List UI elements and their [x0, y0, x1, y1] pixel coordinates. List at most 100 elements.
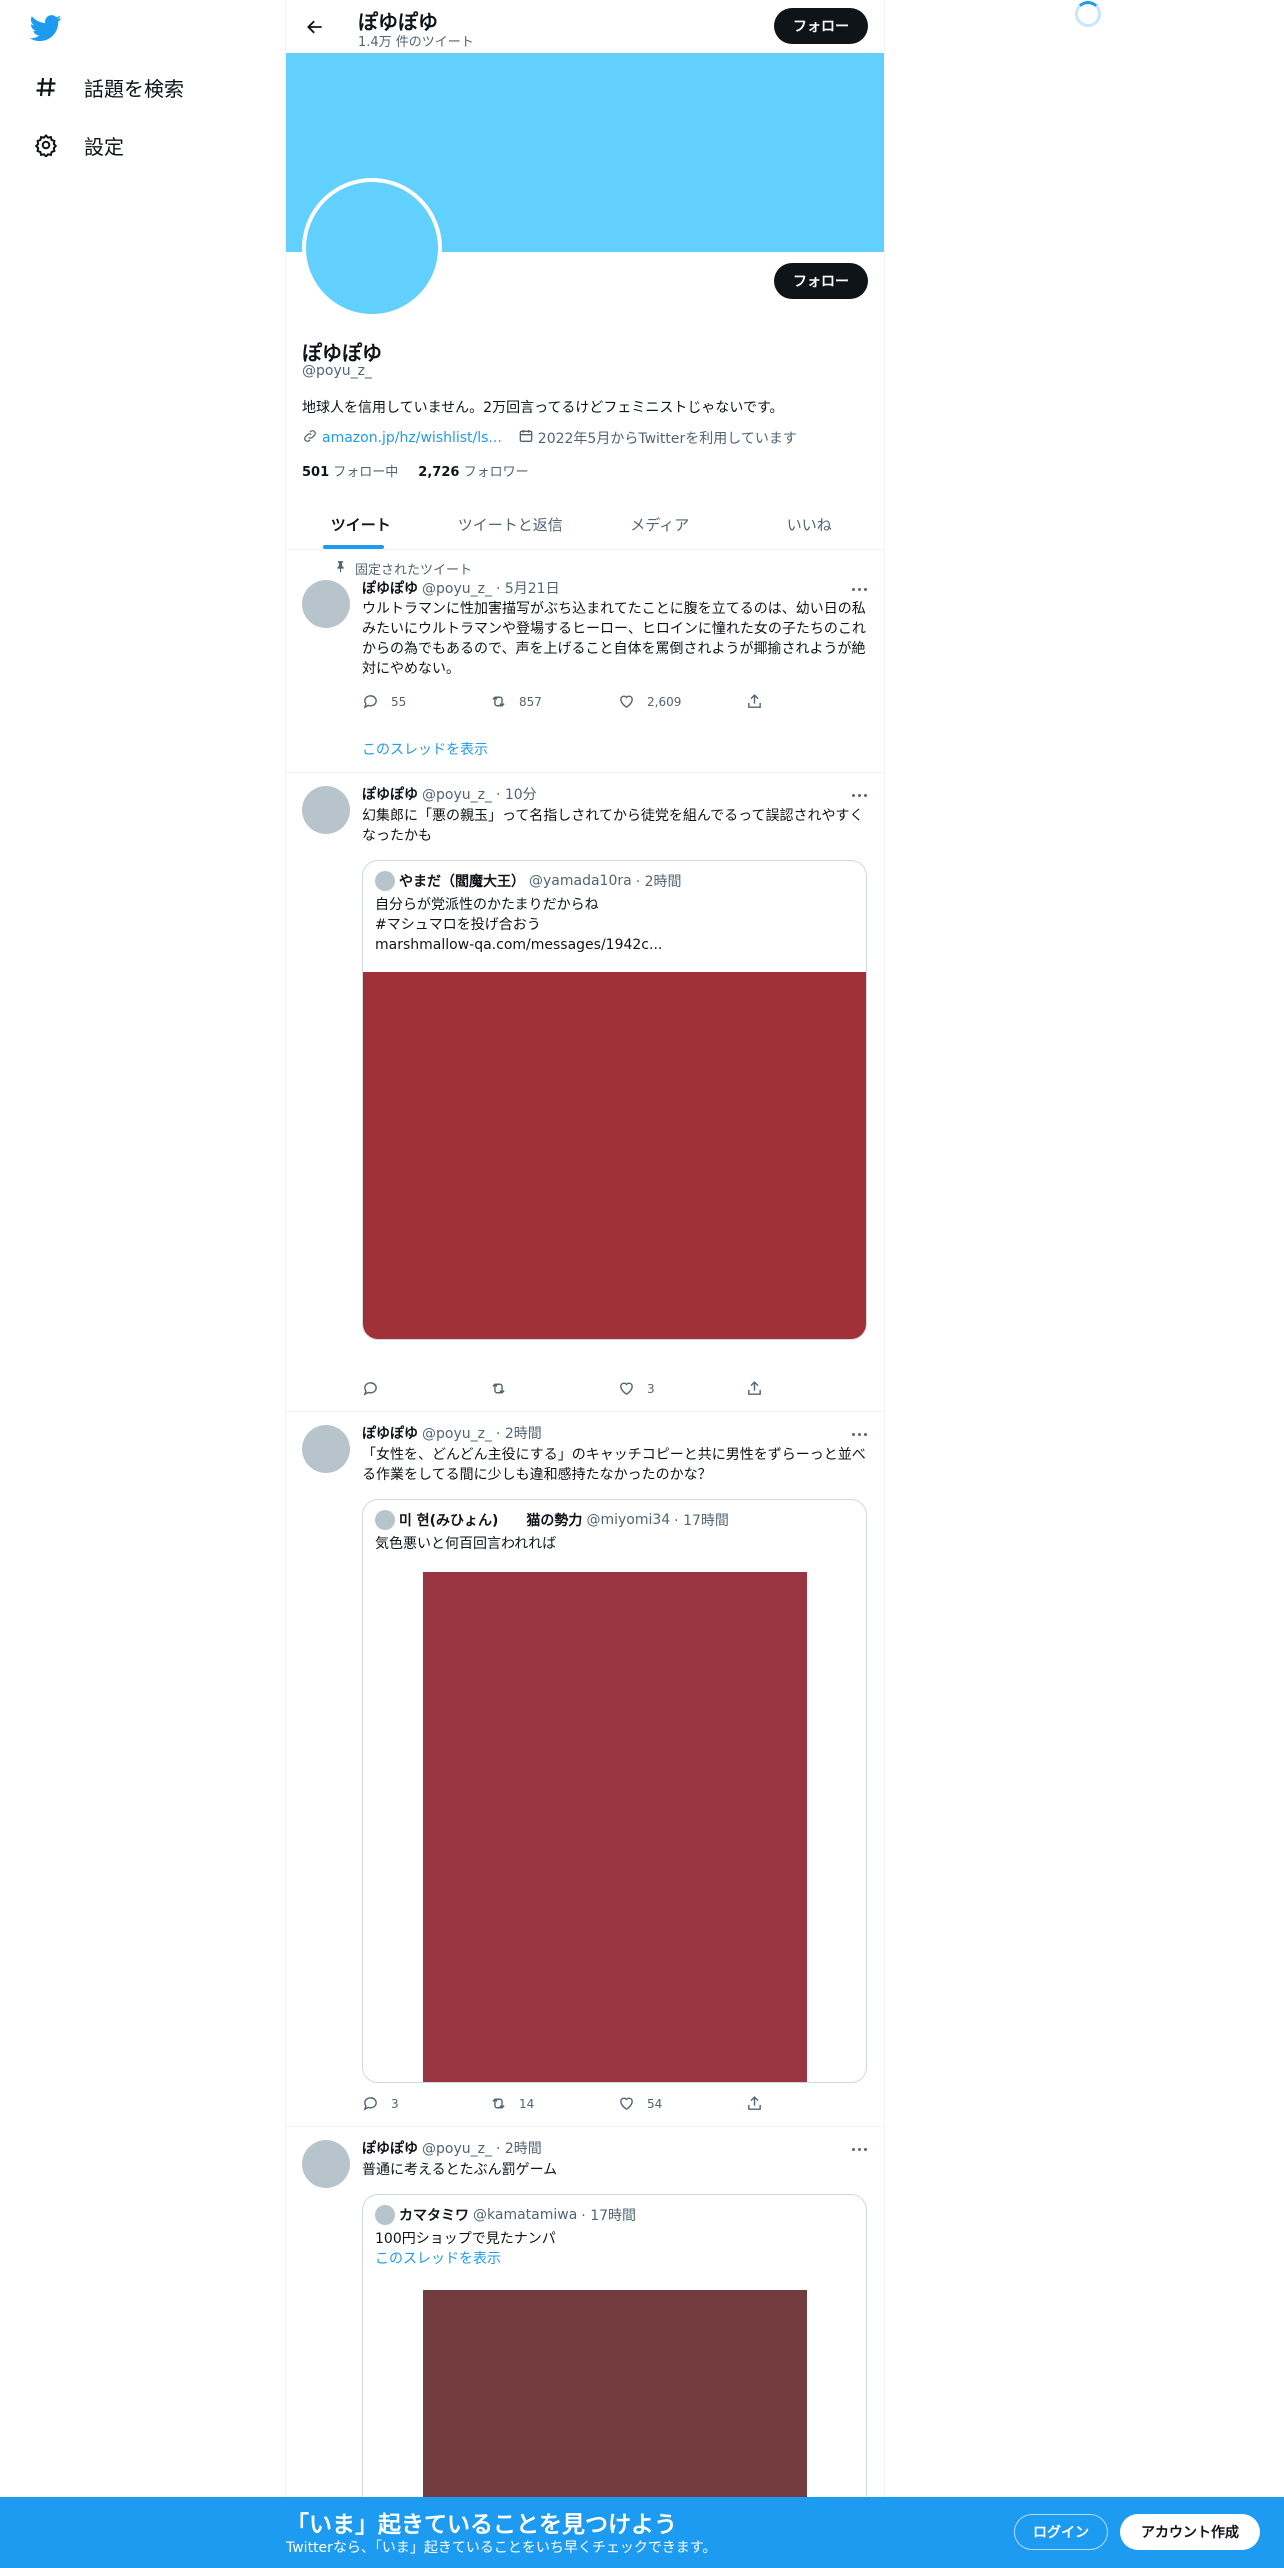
nav-explore[interactable]: 話題を検索 — [32, 67, 184, 107]
share-icon — [748, 694, 761, 708]
retweet-button[interactable]: 857 — [490, 693, 618, 710]
reply-icon — [363, 2097, 377, 2111]
share-button[interactable] — [746, 2095, 874, 2112]
show-thread-link[interactable]: このスレッドを表示 — [362, 739, 488, 759]
quoted-tweet[interactable]: カマタミワ @kamatamiwa · 17時間 100円ショップで見たナンパ … — [362, 2194, 867, 2497]
retweet-button[interactable]: 14 — [490, 2095, 618, 2112]
more-options-icon[interactable] — [849, 790, 869, 800]
quote-header: カマタミワ @kamatamiwa · 17時間 — [375, 2205, 636, 2225]
signup-prompt-bar: 「いま」起きていることを見つけよう Twitterなら、「いま」起きていることを… — [0, 2497, 1284, 2568]
retweet-button[interactable] — [490, 1380, 618, 1397]
avatar — [375, 2205, 395, 2225]
reply-button[interactable] — [362, 1380, 490, 1397]
quote-image[interactable] — [423, 1572, 807, 2082]
avatar — [375, 871, 395, 891]
main-column: ぽゆぽゆ 1.4万 件のツイート フォロー フォロー ぽゆぽゆ @poyu_z_… — [285, 0, 885, 2568]
tweet[interactable]: ぽゆぽゆ @poyu_z_ · 10分 幻集郎に「悪の親玉」って名指しされてから… — [286, 773, 884, 1411]
retweet-icon — [492, 1383, 505, 1394]
tweet-actions: 3 14 54 — [362, 2095, 874, 2112]
quote-text: 気色悪いと何百回言われれば — [375, 1536, 557, 1552]
profile-bio: 地球人を信用していません。2万回言ってるけどフェミニストじゃないです。 — [302, 400, 784, 416]
tweet-text: 「女性を、どんどん主役にする」のキャッチコピーと共に男性をずらーっと並べる作業を… — [362, 1447, 866, 1483]
tweet-header: ぽゆぽゆ @poyu_z_ · 5月21日 — [362, 581, 560, 597]
heart-icon — [620, 1382, 633, 1396]
quote-image[interactable] — [363, 972, 866, 1339]
hashtag-icon — [32, 73, 60, 101]
heart-icon — [620, 695, 633, 709]
reply-icon — [363, 695, 377, 709]
share-icon — [748, 1381, 761, 1395]
tab-tweets-and-replies[interactable]: ツイートと返信 — [436, 499, 586, 549]
profile-tabs: ツイート ツイートと返信 メディア いいね — [286, 499, 884, 550]
avatar[interactable] — [302, 2140, 350, 2188]
login-button[interactable]: ログイン — [1014, 2514, 1108, 2550]
followers-stat[interactable]: 2,726 フォロワー — [418, 461, 528, 480]
tweet-text: 普通に考えるとたぶん罰ゲーム — [362, 2162, 558, 2178]
profile-joined-date: 2022年5月からTwitterを利用しています — [537, 431, 797, 447]
profile-link-item: amazon.jp/hz/wishlist/ls... — [302, 428, 502, 448]
pin-icon — [334, 560, 347, 577]
like-button[interactable]: 54 — [618, 2095, 746, 2112]
share-button[interactable] — [746, 1380, 874, 1397]
reply-button[interactable]: 55 — [362, 693, 490, 710]
following-stat[interactable]: 501 フォロー中 — [302, 461, 398, 480]
tweet-text: 幻集郎に「悪の親玉」って名指しされてから徒党を組んでるって誤認されやすくなったか… — [362, 808, 864, 844]
loading-spinner-icon — [1075, 1, 1101, 27]
show-thread-link[interactable]: このスレッドを表示 — [375, 2249, 556, 2269]
retweet-icon — [492, 696, 505, 707]
more-options-icon[interactable] — [849, 2144, 869, 2154]
like-button[interactable]: 3 — [618, 1380, 746, 1397]
tweet-pinned[interactable]: 固定されたツイート ぽゆぽゆ @poyu_z_ · 5月21日 ウルトラマンに性… — [286, 550, 884, 772]
link-icon — [302, 428, 318, 448]
reply-button[interactable]: 3 — [362, 2095, 490, 2112]
back-arrow-icon[interactable] — [298, 10, 332, 44]
tweet-header: ぽゆぽゆ @poyu_z_ · 10分 — [362, 787, 537, 803]
avatar[interactable] — [302, 786, 350, 834]
profile-handle: @poyu_z_ — [302, 363, 372, 379]
profile-link[interactable]: amazon.jp/hz/wishlist/ls... — [322, 430, 502, 446]
tweet[interactable]: ぽゆぽゆ @poyu_z_ · 2時間 「女性を、どんどん主役にする」のキャッチ… — [286, 1412, 884, 2126]
nav-settings-label: 設定 — [84, 134, 124, 159]
signup-prompt-subtitle: Twitterなら、「いま」起きていることをいち早くチェックできます。 — [286, 2540, 717, 2556]
nav-explore-label: 話題を検索 — [84, 76, 184, 101]
signup-prompt-title: 「いま」起きていることを見つけよう — [286, 2512, 677, 2538]
profile-header-bar: ぽゆぽゆ 1.4万 件のツイート フォロー — [286, 0, 884, 53]
tab-media[interactable]: メディア — [585, 499, 735, 549]
tab-tweets[interactable]: ツイート — [286, 499, 436, 549]
twitter-logo-icon[interactable] — [29, 12, 66, 44]
tweet[interactable]: ぽゆぽゆ @poyu_z_ · 2時間 普通に考えるとたぶん罰ゲーム カマタミワ… — [286, 2127, 884, 2497]
tab-likes[interactable]: いいね — [735, 499, 885, 549]
gear-icon — [32, 131, 60, 159]
like-button[interactable]: 2,609 — [618, 693, 746, 710]
follow-stats: 501 フォロー中 2,726 フォロワー — [302, 461, 529, 480]
quoted-tweet[interactable]: やまだ（閻魔大王） @yamada10ra · 2時間 自分らが党派性のかたまり… — [362, 860, 867, 1340]
avatar[interactable] — [302, 1425, 350, 1473]
tweet-header: ぽゆぽゆ @poyu_z_ · 2時間 — [362, 2141, 542, 2157]
profile-avatar[interactable] — [302, 178, 442, 318]
profile-meta-row: amazon.jp/hz/wishlist/ls... 2022年5月からTwi… — [302, 428, 797, 448]
reply-icon — [363, 1382, 377, 1396]
tweet-header: ぽゆぽゆ @poyu_z_ · 2時間 — [362, 1426, 542, 1442]
quote-image[interactable] — [423, 2290, 807, 2497]
heart-icon — [620, 2097, 633, 2111]
profile-joined-item: 2022年5月からTwitterを利用しています — [518, 428, 797, 448]
quoted-tweet[interactable]: 미 현(みひょん) 猫の勢力 @miyomi34 · 17時間 気色悪いと何百回… — [362, 1499, 867, 2083]
nav-settings[interactable]: 設定 — [32, 125, 124, 165]
tweet-actions: 3 — [362, 1380, 874, 1397]
quote-text: 自分らが党派性のかたまりだからね #マシュマロを投げ合おう marshmallo… — [375, 897, 663, 953]
tab-active-indicator — [323, 545, 384, 549]
header-tweet-count: 1.4万 件のツイート — [358, 35, 474, 50]
quote-header: やまだ（閻魔大王） @yamada10ra · 2時間 — [375, 871, 682, 891]
signup-button[interactable]: アカウント作成 — [1120, 2514, 1260, 2550]
avatar — [375, 1510, 395, 1530]
tweet-text: ウルトラマンに性加害描写がぶち込まれてたことに腹を立てるのは、幼い日の私みたいに… — [362, 601, 866, 677]
more-options-icon[interactable] — [849, 1429, 869, 1439]
avatar[interactable] — [302, 580, 350, 628]
share-button[interactable] — [746, 693, 874, 710]
retweet-icon — [492, 2098, 505, 2109]
more-options-icon[interactable] — [849, 584, 869, 594]
tweet-actions: 55 857 2,609 — [362, 693, 874, 710]
profile-follow-button[interactable]: フォロー — [774, 263, 868, 299]
header-follow-button[interactable]: フォロー — [774, 8, 868, 44]
share-icon — [748, 2096, 761, 2110]
